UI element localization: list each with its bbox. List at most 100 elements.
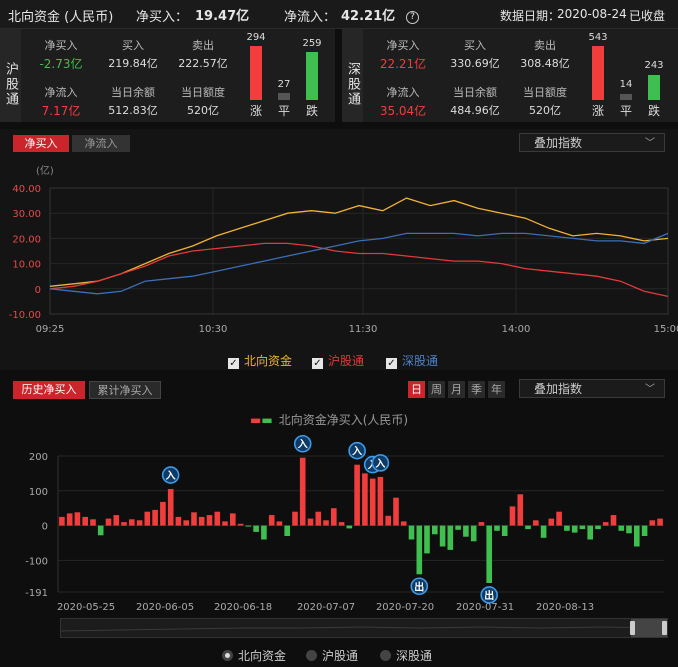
page-title: 北向资金 (人民币): [8, 10, 114, 25]
net-inflow-value: 42.21亿: [341, 9, 396, 24]
shen-down-count: 243: [644, 60, 664, 71]
bar: [299, 457, 306, 526]
hu-down-count: 259: [302, 38, 322, 49]
top-bar: 北向资金 (人民币) 净买入： 19.47亿 净流入： 42.21亿 ? 数据日…: [0, 0, 678, 29]
x-tick-label: 11:30: [349, 324, 378, 335]
bar: [331, 508, 337, 526]
x-tick-label: 2020-08-13: [536, 602, 594, 613]
y-tick-label: 40.00: [12, 184, 41, 195]
bar: [198, 516, 205, 526]
period-month[interactable]: 月: [448, 381, 465, 398]
shen-panel: 深股通 净买入 22.21亿 买入 330.69亿 卖出 308.48亿 净流入 35.…: [342, 29, 678, 122]
bar: [447, 525, 454, 550]
legend-hu[interactable]: ✓ 沪股通: [312, 352, 364, 369]
range-scrollbar[interactable]: [60, 618, 668, 638]
bar: [74, 512, 81, 526]
x-tick-label: 2020-06-18: [214, 602, 272, 613]
range-handle-right[interactable]: [662, 621, 667, 635]
shen-balance: 当日余额 484.96亿: [450, 86, 500, 117]
market-status: 已收盘: [629, 9, 666, 23]
x-tick-label: 15:00: [654, 324, 678, 335]
bar: [439, 525, 446, 547]
history-bar-chart: -191 -100 0 100 200 2020-05-25 2020-06-05 2020-…: [25, 434, 664, 613]
help-icon[interactable]: ?: [406, 8, 419, 24]
tab-history-net-buy[interactable]: 历史净买入: [13, 381, 85, 399]
radio-selected-icon: [222, 650, 233, 661]
bar: [237, 523, 244, 526]
radio-icon: [380, 650, 391, 661]
x-tick-label: 2020-07-31: [456, 602, 514, 613]
radio-hu[interactable]: 沪股通: [306, 647, 358, 664]
bar: [369, 478, 376, 526]
bar: [501, 525, 508, 536]
bar: [602, 522, 609, 526]
bar: [230, 513, 236, 526]
bar: [455, 525, 461, 530]
tab-cumulative-net-buy[interactable]: 累计净买入: [89, 381, 161, 399]
buy-in-marker-label: 入: [375, 458, 385, 470]
shen-up-bar: [592, 46, 604, 100]
y-tick-label: 200: [29, 452, 48, 463]
bar: [486, 525, 492, 583]
bar: [362, 473, 368, 526]
bar: [59, 516, 65, 526]
overlay-index-label: 叠加指数: [534, 136, 583, 150]
bar: [261, 525, 267, 540]
bar: [323, 520, 329, 526]
bar: [548, 518, 555, 526]
bar: [129, 519, 135, 526]
hu-up-label: 涨: [249, 104, 262, 118]
y-tick-label: 0: [42, 522, 48, 533]
x-tick-label: 09:25: [36, 324, 65, 335]
hu-label: 沪股通: [0, 29, 21, 122]
bar: [533, 520, 539, 526]
chevron-down-icon: ﹀: [645, 138, 655, 149]
shen-label: 深股通: [342, 29, 363, 122]
bar: [432, 525, 438, 535]
hu-balance: 当日余额 512.83亿: [108, 86, 158, 117]
legend-north[interactable]: ✓ 北向资金: [228, 352, 292, 369]
hu-down-label: 跌: [305, 104, 318, 118]
bar: [657, 518, 663, 526]
bar: [556, 511, 562, 526]
bar: [66, 513, 73, 526]
bar: [571, 525, 578, 533]
bar: [494, 525, 500, 531]
series-line-1: [49, 197, 669, 287]
bar: [90, 519, 96, 526]
radio-north[interactable]: 北向资金: [222, 647, 286, 664]
bar: [292, 511, 298, 526]
y-tick-label: 100: [29, 487, 48, 498]
period-day[interactable]: 日: [408, 381, 425, 398]
bar: [354, 464, 360, 526]
hu-buy: 买入 219.84亿: [108, 39, 158, 70]
bar: [284, 525, 290, 536]
tab-net-inflow[interactable]: 净流入: [72, 135, 130, 152]
bar: [307, 518, 314, 526]
hu-flat-label: 平: [277, 104, 290, 118]
hu-flat-count: 27: [277, 79, 291, 90]
legend-shen[interactable]: ✓ 深股通: [386, 352, 438, 369]
bar: [253, 525, 259, 532]
overlay-index-dropdown[interactable]: 叠加指数 ﹀: [519, 133, 665, 152]
sell-out-marker-label: 出: [414, 580, 424, 593]
bar: [191, 512, 197, 526]
range-handle-left[interactable]: [630, 621, 635, 635]
bar: [540, 525, 547, 538]
x-tick-label: 2020-07-20: [376, 602, 434, 613]
radio-shen[interactable]: 深股通: [380, 647, 432, 664]
hu-panel: 沪股通 净买入 -2.73亿 买入 219.84亿 卖出 222.57亿 净流入 7.1…: [0, 29, 335, 122]
tab-net-buy[interactable]: 净买入: [13, 135, 69, 152]
bar: [393, 497, 399, 526]
y-tick-label: -191: [25, 588, 48, 599]
period-week[interactable]: 周: [428, 381, 445, 398]
bar: [463, 525, 469, 537]
period-year[interactable]: 年: [488, 381, 505, 398]
date-label: 数据日期：: [500, 9, 561, 23]
net-buy-label: 净买入：: [136, 10, 189, 25]
history-overlay-dropdown[interactable]: 叠加指数 ﹀: [519, 379, 665, 398]
period-quarter[interactable]: 季: [468, 381, 485, 398]
bar: [167, 489, 174, 526]
y-tick-label: -10.00: [9, 310, 41, 321]
plot-frame: [49, 187, 669, 315]
